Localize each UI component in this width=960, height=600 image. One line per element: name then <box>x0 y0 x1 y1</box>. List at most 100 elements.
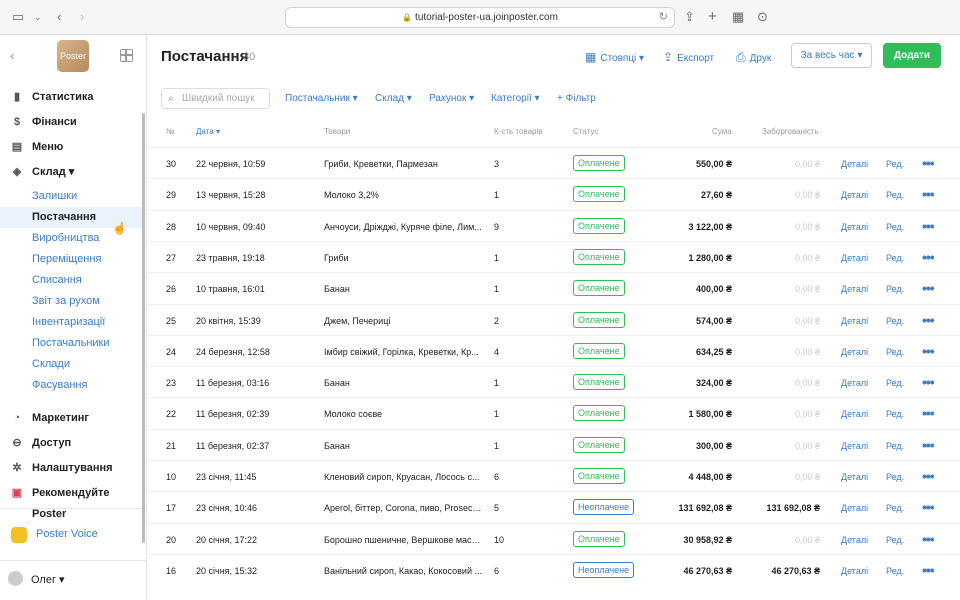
add-filter-button[interactable]: + Фільтр <box>557 93 596 104</box>
new-tab-icon[interactable]: + <box>708 9 717 25</box>
details-link[interactable]: Деталі <box>841 441 868 451</box>
period-select[interactable]: За весь час ▾ <box>791 43 872 68</box>
table-row[interactable]: 25 20 квітня, 15:39 Джем, Печериці 2 Оплачен… <box>147 303 960 335</box>
more-menu-icon[interactable]: ••• <box>922 437 934 453</box>
table-row[interactable]: 10 23 січня, 11:45 Кленовий сироп, Круасан… <box>147 460 960 491</box>
more-menu-icon[interactable]: ••• <box>922 186 934 202</box>
poster-voice-link[interactable]: Poster Voice <box>0 524 144 545</box>
tabs-overview-icon[interactable]: ▦ <box>732 9 744 25</box>
filter-categories[interactable]: Категорії ▾ <box>491 93 540 104</box>
sidebar-item-10[interactable]: Інвентаризації <box>0 312 144 333</box>
table-row[interactable]: 24 24 березня, 12:58 Імбир свіжий, Горілка… <box>147 334 960 366</box>
sidebar-scrollbar[interactable] <box>142 113 145 543</box>
details-link[interactable]: Деталі <box>841 378 868 388</box>
edit-link[interactable]: Ред. <box>886 284 904 294</box>
sidebar-item-1[interactable]: $ Фінанси <box>0 112 144 133</box>
table-row[interactable]: 17 23 січня, 10:46 Aperol, біттер, Corona,… <box>147 491 960 522</box>
more-menu-icon[interactable]: ••• <box>922 249 934 265</box>
filter-account[interactable]: Рахунок ▾ <box>429 93 474 104</box>
sidebar-item-8[interactable]: Списання <box>0 270 144 291</box>
sidebar-item-14[interactable]: ◔ Маркетинг <box>0 408 144 429</box>
avatar[interactable] <box>8 571 23 586</box>
print-button[interactable]: ⎙ Друк <box>736 50 771 65</box>
details-link[interactable]: Деталі <box>841 503 868 513</box>
table-row[interactable]: 20 20 січня, 17:22 Борошно пшеничне, Вершк… <box>147 522 960 554</box>
details-link[interactable]: Деталі <box>841 222 868 232</box>
forward-icon[interactable]: › <box>80 9 84 25</box>
sidebar-item-12[interactable]: Склади <box>0 354 144 375</box>
table-row[interactable]: 29 13 червня, 15:28 Молоко 3,2% 1 Оплачене 27… <box>147 178 960 209</box>
edit-link[interactable]: Ред. <box>886 159 904 169</box>
share-icon[interactable]: ⇪ <box>684 9 695 25</box>
edit-link[interactable]: Ред. <box>886 347 904 357</box>
edit-link[interactable]: Ред. <box>886 253 904 263</box>
sidebar-item-15[interactable]: ⊖ Доступ <box>0 433 144 454</box>
details-link[interactable]: Деталі <box>841 409 868 419</box>
more-menu-icon[interactable]: ••• <box>922 218 934 234</box>
more-menu-icon[interactable]: ••• <box>922 280 934 296</box>
sidebar-item-7[interactable]: Переміщення <box>0 249 144 270</box>
edit-link[interactable]: Ред. <box>886 222 904 232</box>
details-link[interactable]: Деталі <box>841 535 868 545</box>
edit-link[interactable]: Ред. <box>886 378 904 388</box>
sidebar-item-3[interactable]: ◈ Склад ▾ <box>0 162 144 183</box>
more-menu-icon[interactable]: ••• <box>922 562 934 578</box>
edit-link[interactable]: Ред. <box>886 535 904 545</box>
table-row[interactable]: 23 11 березня, 03:16 Банан 1 Оплачене 324,00 … <box>147 366 960 397</box>
apps-grid-icon[interactable] <box>120 49 133 62</box>
table-row[interactable]: 16 20 січня, 15:32 Ванільний сироп, Какао,… <box>147 553 960 585</box>
more-menu-icon[interactable]: ••• <box>922 343 934 359</box>
sidebar-toggle-icon[interactable]: ▭ <box>12 9 24 25</box>
details-link[interactable]: Деталі <box>841 159 868 169</box>
details-link[interactable]: Деталі <box>841 566 868 576</box>
details-link[interactable]: Деталі <box>841 347 868 357</box>
table-row[interactable]: 26 10 травня, 16:01 Банан 1 Оплачене 400,00 ₴… <box>147 272 960 303</box>
edit-link[interactable]: Ред. <box>886 566 904 576</box>
details-link[interactable]: Деталі <box>841 253 868 263</box>
sidebar-item-13[interactable]: Фасування <box>0 375 144 396</box>
filter-warehouse[interactable]: Склад ▾ <box>375 93 412 104</box>
export-button[interactable]: ⇪ Експорт <box>663 50 714 64</box>
edit-link[interactable]: Ред. <box>886 472 904 482</box>
table-row[interactable]: 30 22 червня, 10:59 Гриби, Креветки, Парме… <box>147 147 960 178</box>
column-header-date[interactable]: Дата ▾ <box>196 127 220 136</box>
sidebar-item-11[interactable]: Постачальники <box>0 333 144 354</box>
search-input[interactable]: ⌕ Швидкий пошук <box>161 88 270 109</box>
sidebar-item-9[interactable]: Звіт за рухом <box>0 291 144 312</box>
details-link[interactable]: Деталі <box>841 284 868 294</box>
sidebar-item-0[interactable]: ▮ Статистика <box>0 87 144 108</box>
more-menu-icon[interactable]: ••• <box>922 499 934 515</box>
more-menu-icon[interactable]: ••• <box>922 155 934 171</box>
details-link[interactable]: Деталі <box>841 316 868 326</box>
more-menu-icon[interactable]: ••• <box>922 374 934 390</box>
edit-link[interactable]: Ред. <box>886 441 904 451</box>
chevron-down-icon[interactable]: ⌄ <box>34 9 42 25</box>
sidebar-item-17[interactable]: ▣ Рекомендуйте Poster <box>0 483 144 520</box>
edit-link[interactable]: Ред. <box>886 190 904 200</box>
edit-link[interactable]: Ред. <box>886 503 904 513</box>
filter-supplier[interactable]: Постачальник ▾ <box>285 93 358 104</box>
columns-button[interactable]: ▦ Стовпці ▾ <box>585 50 644 64</box>
sidebar-item-2[interactable]: ▤ Меню <box>0 137 144 158</box>
table-row[interactable]: 28 10 червня, 09:40 Анчоуси, Дріжджі, Куря… <box>147 209 960 241</box>
reload-icon[interactable]: ↻ <box>659 8 668 27</box>
edit-link[interactable]: Ред. <box>886 409 904 419</box>
more-menu-icon[interactable]: ••• <box>922 468 934 484</box>
back-arrow-icon[interactable]: ‹ <box>10 47 15 63</box>
sidebar-item-4[interactable]: Залишки <box>0 186 144 207</box>
add-button[interactable]: Додати <box>883 43 941 68</box>
table-row[interactable]: 27 23 травня, 19:18 Гриби 1 Оплачене 1 280,00… <box>147 240 960 272</box>
table-row[interactable]: 21 11 березня, 02:37 Банан 1 Оплачене 300,00 … <box>147 428 960 460</box>
table-row[interactable]: 22 11 березня, 02:39 Молоко соєве 1 Оплачене… <box>147 397 960 428</box>
address-bar[interactable]: 🔒 tutorial-poster-ua.joinposter.com ↻ <box>285 7 675 28</box>
user-menu[interactable]: Олег ▾ <box>31 573 65 586</box>
more-menu-icon[interactable]: ••• <box>922 405 934 421</box>
sidebar-item-16[interactable]: ✲ Налаштування <box>0 458 144 479</box>
edit-link[interactable]: Ред. <box>886 316 904 326</box>
details-link[interactable]: Деталі <box>841 190 868 200</box>
more-menu-icon[interactable]: ••• <box>922 531 934 547</box>
more-menu-icon[interactable]: ••• <box>922 312 934 328</box>
download-icon[interactable]: ⊙ <box>757 9 768 25</box>
details-link[interactable]: Деталі <box>841 472 868 482</box>
back-icon[interactable]: ‹ <box>57 9 61 25</box>
